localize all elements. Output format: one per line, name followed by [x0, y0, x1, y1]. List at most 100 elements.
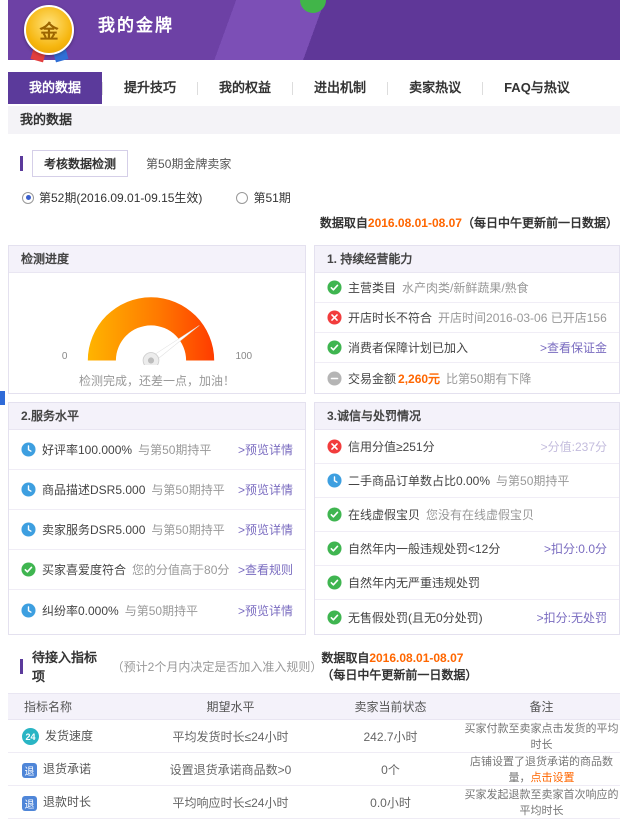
current-status: 242.7小时 — [318, 720, 463, 753]
preview-detail-link[interactable]: >预览详情 — [232, 602, 293, 619]
expected-level: 设置退货承诺商品数>0 — [143, 753, 318, 786]
current-status: 0个 — [318, 753, 463, 786]
preview-detail-link[interactable]: >预览详情 — [232, 521, 293, 538]
radio-period52[interactable] — [22, 192, 34, 204]
panel-progress-title: 检测进度 — [9, 246, 305, 273]
clock-icon — [21, 522, 36, 537]
error-circle-icon — [327, 439, 342, 454]
metric-detail: 您的分值高于80分 — [132, 561, 229, 578]
metric-text: 自然年内一般违规处罚<12分 — [348, 540, 500, 557]
metric-name: 发货速度 — [45, 729, 93, 743]
gauge-min-label: 0 — [62, 351, 68, 362]
clock-icon — [21, 603, 36, 618]
metric-text: 交易金额 — [348, 370, 396, 387]
gauge-hub-dot — [148, 357, 154, 363]
note-prefix: 数据取自 — [320, 216, 368, 230]
remark: 买家发起退款至卖家首次响应的平均时长 — [463, 786, 620, 819]
metric-detail: 水产肉类/新鲜蔬果/熟食 — [402, 279, 529, 296]
radio-period52-label[interactable]: 第52期(2016.09.01-09.15生效) — [39, 189, 202, 206]
panel-progress: 检测进度 0 — [8, 245, 306, 394]
clock-icon — [21, 442, 36, 457]
gauge-max-label: 100 — [235, 351, 252, 362]
pending-metrics-table: 指标名称 期望水平 卖家当前状态 备注 24 发货速度 平均发货时长≤24小时 2… — [8, 693, 620, 819]
metric-row: 二手商品订单数占比0.00% 与第50期持平 — [315, 464, 619, 498]
metric-text: 开店时长不符合 — [348, 309, 432, 326]
tab-faq[interactable]: FAQ与热议 — [483, 72, 591, 104]
column-header-remark: 备注 — [463, 694, 620, 720]
metric-row: 交易金额 2,260元 比第50期有下降 — [315, 363, 619, 393]
click-to-set-link[interactable]: 点击设置 — [531, 772, 575, 784]
page-title: 我的金牌 — [98, 11, 174, 36]
metric-text: 商品描述DSR5.000 — [42, 481, 145, 498]
metric-row: 开店时长不符合 开店时间2016-03-06 已开店156天 — [315, 303, 619, 333]
metric-detail: 与第50期持平 — [138, 441, 211, 458]
metric-detail: 与第50期持平 — [125, 602, 198, 619]
tab-seller-discussion[interactable]: 卖家热议 — [388, 72, 482, 104]
data-source-note: 数据取自2016.08.01-08.07 （每日中午更新前一日数据） — [321, 649, 620, 683]
error-circle-icon — [327, 310, 342, 325]
column-header-metric-name: 指标名称 — [8, 694, 143, 720]
tab-improve-skills[interactable]: 提升技巧 — [103, 72, 197, 104]
medal-coin: 金 — [24, 5, 74, 55]
preview-detail-link[interactable]: >预览详情 — [232, 441, 293, 458]
metric-text: 好评率100.000% — [42, 441, 132, 458]
metric-text: 卖家服务DSR5.000 — [42, 521, 145, 538]
section-header: 我的数据 — [8, 106, 620, 134]
panel-integrity-title: 3.诚信与处罚情况 — [315, 403, 619, 430]
view-deposit-link[interactable]: >查看保证金 — [534, 339, 607, 356]
subtab-bar: 考核数据检测 第50期金牌卖家 — [8, 150, 620, 177]
note-suffix: （每日中午更新前一日数据） — [462, 216, 618, 230]
clock-icon — [21, 482, 36, 497]
subtab-period50-gold-seller[interactable]: 第50期金牌卖家 — [146, 155, 231, 172]
metric-row: 纠纷率0.000% 与第50期持平 >预览详情 — [9, 590, 305, 630]
metric-text: 信用分值≥251分 — [348, 438, 435, 455]
tab-my-benefits[interactable]: 我的权益 — [198, 72, 292, 104]
panel-business-ability: 1. 持续经营能力 主营类目 水产肉类/新鲜蔬果/熟食 开店时长不符合 开店时间… — [314, 245, 620, 394]
current-status: 0.0小时 — [318, 786, 463, 819]
check-circle-icon — [327, 541, 342, 556]
progress-gauge — [72, 277, 230, 365]
panel-integrity-penalty: 3.诚信与处罚情况 信用分值≥251分 >分值:237分 二手商品订单数占比0.… — [314, 402, 620, 635]
main-content: 考核数据检测 第50期金牌卖家 第52期(2016.09.01-09.15生效)… — [8, 150, 620, 819]
clock-icon — [327, 473, 342, 488]
pending-subtitle: （预计2个月内决定是否加入准入规则） — [112, 658, 322, 675]
subtab-assessment-check[interactable]: 考核数据检测 — [32, 150, 128, 177]
metric-detail: 开店时间2016-03-06 已开店156天 — [438, 309, 607, 326]
neutral-circle-icon — [327, 371, 342, 386]
radio-period51-label[interactable]: 第51期 — [253, 189, 290, 206]
check-circle-icon — [327, 280, 342, 295]
metric-name: 退货承诺 — [43, 762, 91, 776]
metric-row: 消费者保障计划已加入 >查看保证金 — [315, 333, 619, 363]
check-circle-icon — [21, 562, 36, 577]
purple-accent-bar — [20, 156, 23, 171]
table-header-row: 指标名称 期望水平 卖家当前状态 备注 — [8, 694, 620, 720]
radio-period51[interactable] — [236, 192, 248, 204]
preview-detail-link[interactable]: >预览详情 — [232, 481, 293, 498]
note-date-range: 2016.08.01-08.07 — [369, 651, 463, 665]
page-banner: 金 我的金牌 — [8, 0, 620, 60]
left-edge-marker — [0, 391, 5, 405]
note-suffix: （每日中午更新前一日数据） — [321, 668, 477, 682]
metric-text: 主营类目 — [348, 279, 396, 296]
gauge-body: 0 100 — [9, 273, 305, 393]
panels-grid: 检测进度 0 — [8, 245, 620, 635]
view-rules-link[interactable]: >查看规则 — [232, 561, 293, 578]
metric-detail: 您没有在线虚假宝贝 — [426, 506, 534, 523]
shipping-speed-24h-icon: 24 — [22, 728, 39, 745]
metric-detail: 与第50期持平 — [496, 472, 569, 489]
metric-row: 好评率100.000% 与第50期持平 >预览详情 — [9, 430, 305, 470]
tab-entry-exit-rules[interactable]: 进出机制 — [293, 72, 387, 104]
credit-score-link[interactable]: >分值:237分 — [535, 438, 607, 455]
table-row: 24发货速度 平均发货时长≤24小时 242.7小时 买家付款至卖家点击发货的平… — [8, 720, 620, 753]
metric-detail: 比第50期有下降 — [446, 370, 531, 387]
refund-time-icon: 退 — [22, 796, 37, 811]
metric-detail: 与第50期持平 — [151, 481, 224, 498]
deduction-points-link[interactable]: >扣分:0.0分 — [538, 540, 607, 557]
column-header-expected-level: 期望水平 — [143, 694, 318, 720]
metric-row: 买家喜爱度符合 您的分值高于80分 >查看规则 — [9, 550, 305, 590]
tab-my-data[interactable]: 我的数据 — [8, 72, 102, 104]
note-prefix: 数据取自 — [321, 651, 369, 665]
expected-level: 平均发货时长≤24小时 — [143, 720, 318, 753]
deduction-points-link[interactable]: >扣分:无处罚 — [531, 609, 607, 626]
metric-text: 消费者保障计划已加入 — [348, 339, 468, 356]
